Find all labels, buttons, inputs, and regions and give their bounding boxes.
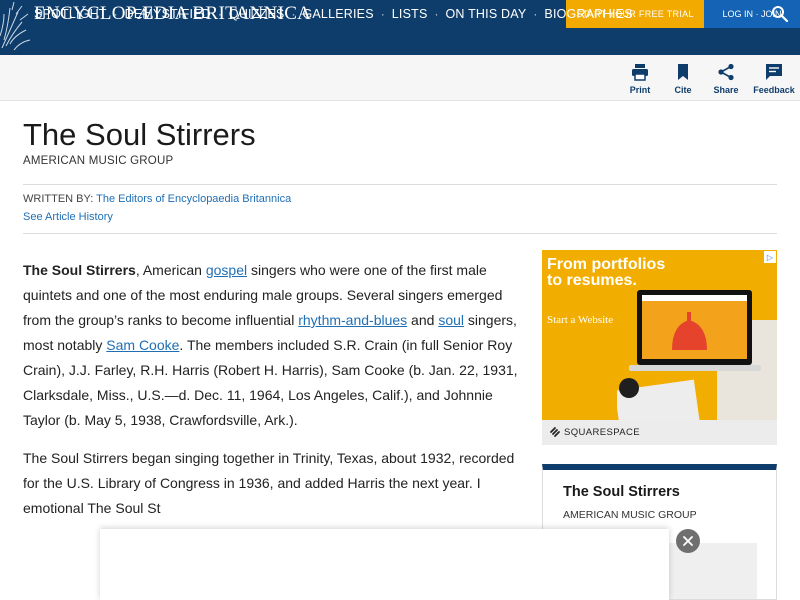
nav-item-galleries[interactable]: GALLERIES (302, 7, 373, 21)
squarespace-logo-icon (550, 427, 560, 437)
paragraph: The Soul Stirrers began singing together… (23, 450, 515, 516)
nav-item-quizzes[interactable]: QUIZZES (229, 7, 285, 21)
print-icon (632, 64, 648, 81)
close-icon (683, 536, 693, 546)
nav-separator: · (291, 6, 296, 21)
bookmark-icon (678, 64, 688, 80)
term-bold: The Soul Stirrers (23, 262, 136, 278)
nav-separator: · (434, 6, 439, 21)
feedback-button[interactable]: Feedback (749, 63, 799, 95)
paragraph: The Soul Stirrers, American gospel singe… (23, 258, 519, 433)
ad-headline: From portfolios to resumes. (547, 256, 666, 289)
text-run: , American (135, 262, 206, 278)
main-nav: SPOTLIGHT · DEMYSTIFIED · QUIZZES · GALL… (34, 0, 633, 27)
byline-label: WRITTEN BY: (23, 193, 94, 205)
card-subtitle: AMERICAN MUSIC GROUP (563, 509, 697, 521)
sticky-overlay-ad[interactable] (100, 529, 669, 600)
card-title: The Soul Stirrers (563, 484, 680, 500)
byline: WRITTEN BY: The Editors of Encyclopaedia… (23, 193, 291, 205)
ad-brand: SQUARESPACE (564, 427, 641, 438)
nav-item-lists[interactable]: LISTS (392, 7, 428, 21)
link-rhythm-and-blues[interactable]: rhythm-and-blues (298, 312, 407, 328)
close-overlay-button[interactable] (676, 529, 700, 553)
nav-item-biographies[interactable]: BIOGRAPHIES (544, 7, 632, 21)
nav-item-spotlight[interactable]: SPOTLIGHT (34, 7, 107, 21)
ad-laptop-illustration (617, 290, 777, 425)
link-gospel[interactable]: gospel (206, 262, 247, 278)
share-label: Share (713, 85, 739, 95)
nav-separator: · (217, 6, 222, 21)
article-body: The Soul Stirrers, American gospel singe… (23, 258, 519, 534)
share-button[interactable]: Share (701, 63, 751, 95)
article-history-link[interactable]: See Article History (23, 211, 113, 223)
feedback-label: Feedback (753, 85, 795, 95)
nav-separator: · (380, 6, 385, 21)
ad-footer: SQUARESPACE (542, 420, 777, 445)
nav-item-on-this-day[interactable]: ON THIS DAY (446, 7, 527, 21)
divider (23, 233, 777, 234)
article-tools-bar: Print Cite Share Feedback (0, 55, 800, 101)
page-subtitle: AMERICAN MUSIC GROUP (23, 155, 174, 167)
page-title: The Soul Stirrers (23, 117, 256, 152)
nav-separator: · (113, 6, 118, 21)
feedback-icon (766, 64, 782, 80)
text-run: and (407, 312, 439, 328)
nav-separator: · (533, 6, 538, 21)
britannica-thistle-logo-icon[interactable] (0, 0, 32, 54)
author-link[interactable]: The Editors of Encyclopaedia Britannica (96, 193, 291, 205)
nav-bar (0, 28, 800, 55)
link-soul[interactable]: soul (438, 312, 464, 328)
ad-choices-icon[interactable]: ▷ (764, 251, 776, 263)
share-icon (718, 63, 734, 81)
search-icon[interactable] (771, 5, 789, 23)
nav-item-demystified[interactable]: DEMYSTIFIED (125, 7, 211, 21)
ad-cta: Start a Website (547, 314, 614, 326)
advertisement[interactable]: From portfolios to resumes. Start a Webs… (542, 250, 777, 445)
link-sam-cooke[interactable]: Sam Cooke (106, 337, 179, 353)
divider (23, 184, 777, 185)
